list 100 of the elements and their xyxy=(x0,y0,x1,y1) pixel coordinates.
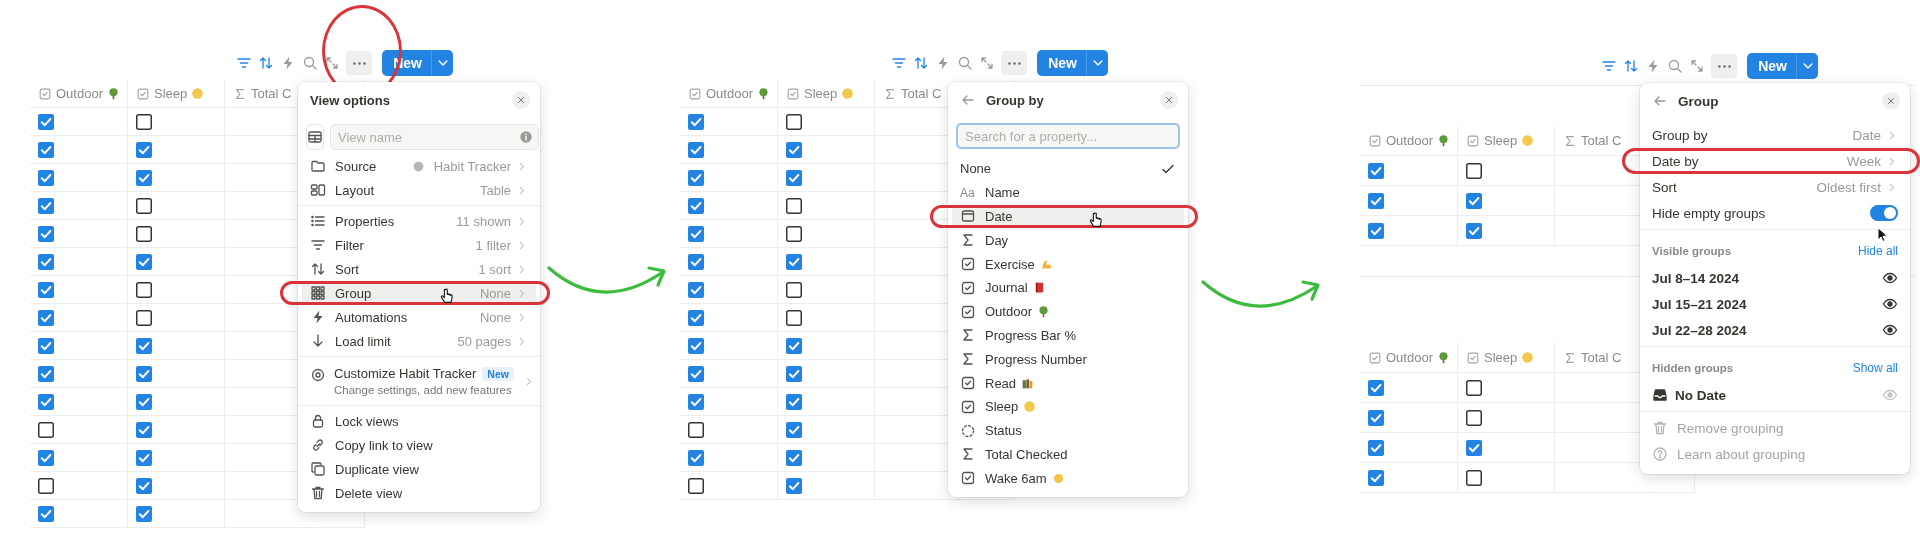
checkbox[interactable] xyxy=(1368,222,1384,239)
checkbox[interactable] xyxy=(786,281,802,298)
checkbox[interactable] xyxy=(786,337,802,354)
menu-item[interactable]: Sort 1 sort xyxy=(302,257,536,281)
sort-icon[interactable] xyxy=(1623,58,1640,74)
checkbox[interactable] xyxy=(136,309,152,326)
text-link[interactable]: Hide all xyxy=(1857,244,1898,258)
menu-item[interactable]: Date xyxy=(930,204,1198,229)
menu-item[interactable]: Source Habit Tracker xyxy=(302,154,536,178)
dropdown-button[interactable] xyxy=(431,50,453,76)
menu-item[interactable]: Progress Number xyxy=(952,347,1184,372)
checkbox[interactable] xyxy=(38,337,54,354)
checkbox[interactable] xyxy=(1466,409,1482,426)
checkbox[interactable] xyxy=(136,421,152,438)
checkbox[interactable] xyxy=(786,197,802,214)
group-item[interactable]: Jul 8–14 2024 xyxy=(1644,265,1906,291)
checkbox[interactable] xyxy=(786,225,802,242)
toggle-switch[interactable] xyxy=(1870,205,1898,221)
checkbox[interactable] xyxy=(38,505,54,522)
checkbox[interactable] xyxy=(786,365,802,382)
search-field[interactable]: Search for a property... xyxy=(956,123,1180,149)
checkbox[interactable] xyxy=(136,505,152,522)
checkbox[interactable] xyxy=(38,281,54,298)
checkbox[interactable] xyxy=(1368,409,1384,426)
checkbox[interactable] xyxy=(136,281,152,298)
menu-item[interactable]: Filter 1 filter xyxy=(302,233,536,257)
checkbox[interactable] xyxy=(786,477,802,494)
close-button[interactable] xyxy=(512,91,530,109)
menu-item[interactable]: Duplicate view xyxy=(302,457,536,481)
menu-item[interactable]: Customize Habit Tracker New Change settings, add new features xyxy=(302,360,536,402)
search-icon[interactable] xyxy=(957,55,974,71)
checkbox[interactable] xyxy=(688,393,704,410)
menu-item[interactable]: None xyxy=(952,157,1184,181)
checkbox[interactable] xyxy=(38,421,54,438)
checkbox[interactable] xyxy=(136,169,152,186)
group-item[interactable]: Jul 22–28 2024 xyxy=(1644,317,1906,343)
menu-item[interactable]: Progress Bar % xyxy=(952,323,1184,348)
checkbox[interactable] xyxy=(786,113,802,130)
expand-icon[interactable] xyxy=(324,55,341,71)
checkbox[interactable] xyxy=(688,197,704,214)
sort-icon[interactable] xyxy=(913,55,930,71)
menu-item[interactable]: Day xyxy=(952,228,1184,253)
filter-icon[interactable] xyxy=(891,55,908,71)
menu-item[interactable]: Delete view xyxy=(302,481,536,505)
checkbox[interactable] xyxy=(1466,379,1482,396)
checkbox[interactable] xyxy=(688,169,704,186)
checkbox[interactable] xyxy=(1368,379,1384,396)
checkbox[interactable] xyxy=(38,449,54,466)
new-button[interactable]: New xyxy=(1747,53,1796,79)
menu-item[interactable]: Lock views xyxy=(302,409,536,433)
checkbox[interactable] xyxy=(786,421,802,438)
checkbox[interactable] xyxy=(688,141,704,158)
checkbox[interactable] xyxy=(1466,192,1482,209)
checkbox[interactable] xyxy=(38,365,54,382)
checkbox[interactable] xyxy=(786,169,802,186)
checkbox[interactable] xyxy=(136,253,152,270)
menu-item[interactable]: Date by Week xyxy=(1622,148,1920,174)
expand-icon[interactable] xyxy=(979,55,996,71)
checkbox[interactable] xyxy=(1466,469,1482,486)
checkbox[interactable] xyxy=(136,449,152,466)
checkbox[interactable] xyxy=(786,141,802,158)
text-link[interactable]: Show all xyxy=(1852,361,1898,375)
menu-item[interactable]: Automations None xyxy=(302,305,536,329)
menu-item[interactable]: Copy link to view xyxy=(302,433,536,457)
checkbox[interactable] xyxy=(38,141,54,158)
checkbox[interactable] xyxy=(1368,439,1384,456)
checkbox[interactable] xyxy=(38,253,54,270)
checkbox[interactable] xyxy=(38,197,54,214)
checkbox[interactable] xyxy=(786,253,802,270)
menu-item[interactable]: Load limit 50 pages xyxy=(302,329,536,353)
menu-item[interactable]: Sort Oldest first xyxy=(1644,174,1906,200)
checkbox[interactable] xyxy=(1368,162,1384,179)
view-name-field[interactable]: View name xyxy=(330,124,539,150)
menu-item[interactable]: Outdoor xyxy=(952,299,1184,324)
checkbox[interactable] xyxy=(688,337,704,354)
group-item[interactable]: No Date xyxy=(1644,382,1906,408)
dropdown-button[interactable] xyxy=(1086,50,1108,76)
checkbox[interactable] xyxy=(1466,439,1482,456)
menu-item[interactable]: Journal xyxy=(952,276,1184,300)
checkbox[interactable] xyxy=(1368,192,1384,209)
menu-item[interactable]: Sleep xyxy=(952,394,1184,419)
checkbox[interactable] xyxy=(1466,222,1482,239)
menu-item[interactable]: Wake 6am xyxy=(952,466,1184,491)
menu-item[interactable]: Group None xyxy=(280,281,550,305)
checkbox[interactable] xyxy=(1368,469,1384,486)
checkbox[interactable] xyxy=(38,113,54,130)
checkbox[interactable] xyxy=(38,393,54,410)
checkbox[interactable] xyxy=(688,113,704,130)
checkbox[interactable] xyxy=(1466,162,1482,179)
checkbox[interactable] xyxy=(136,477,152,494)
checkbox[interactable] xyxy=(136,141,152,158)
dropdown-button[interactable] xyxy=(1796,53,1818,79)
checkbox[interactable] xyxy=(136,393,152,410)
sort-icon[interactable] xyxy=(258,55,275,71)
menu-item[interactable]: Status xyxy=(952,418,1184,443)
menu-item[interactable]: Read xyxy=(952,371,1184,395)
more-button[interactable] xyxy=(1711,54,1738,78)
checkbox[interactable] xyxy=(688,281,704,298)
checkbox[interactable] xyxy=(786,309,802,326)
checkbox[interactable] xyxy=(688,225,704,242)
